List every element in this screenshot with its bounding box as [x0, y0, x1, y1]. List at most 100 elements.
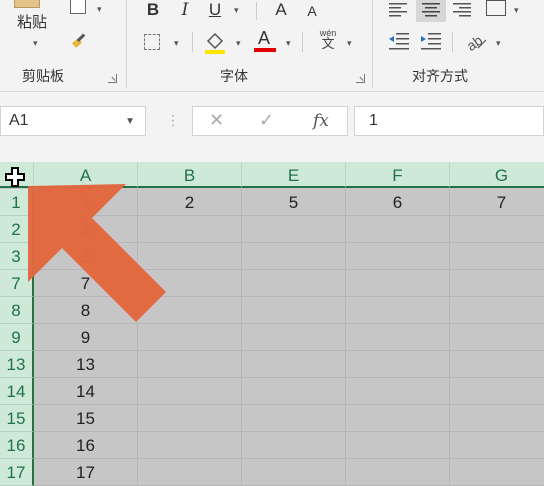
align-center-button[interactable]: [416, 0, 446, 22]
grow-font-button[interactable]: A: [270, 0, 292, 20]
orientation-dropdown-icon[interactable]: ▾: [496, 38, 501, 49]
cell-e1[interactable]: 5: [242, 189, 346, 216]
copy-dropdown-icon[interactable]: ▾: [97, 4, 102, 15]
borders-dropdown-icon[interactable]: ▾: [174, 38, 179, 49]
cell-g2[interactable]: [450, 216, 544, 243]
cell-f8[interactable]: [346, 297, 450, 324]
column-header-e[interactable]: E: [242, 162, 346, 188]
cancel-icon[interactable]: ✕: [209, 110, 224, 131]
cell-b14[interactable]: [138, 378, 242, 405]
merge-center-icon[interactable]: [486, 0, 506, 16]
cell-e3[interactable]: [242, 243, 346, 270]
increase-indent-icon[interactable]: [420, 32, 442, 50]
row-header-1[interactable]: 1: [0, 189, 34, 216]
cell-g8[interactable]: [450, 297, 544, 324]
cell-e7[interactable]: [242, 270, 346, 297]
format-painter-icon[interactable]: [70, 30, 92, 50]
cell-e14[interactable]: [242, 378, 346, 405]
font-launcher-icon[interactable]: [356, 74, 365, 83]
cell-a13[interactable]: 13: [34, 351, 138, 378]
cell-b15[interactable]: [138, 405, 242, 432]
italic-button[interactable]: I: [174, 0, 196, 20]
cell-a14[interactable]: 14: [34, 378, 138, 405]
cell-g7[interactable]: [450, 270, 544, 297]
cell-g17[interactable]: [450, 459, 544, 486]
cell-f2[interactable]: [346, 216, 450, 243]
bold-button[interactable]: B: [142, 0, 164, 20]
cell-b16[interactable]: [138, 432, 242, 459]
borders-icon[interactable]: [144, 34, 160, 50]
font-color-icon[interactable]: A: [254, 28, 276, 54]
cell-f9[interactable]: [346, 324, 450, 351]
column-header-f[interactable]: F: [346, 162, 450, 188]
cell-g1[interactable]: 7: [450, 189, 544, 216]
row-header-3[interactable]: 3: [0, 243, 34, 270]
cell-a1[interactable]: 1: [34, 189, 138, 216]
row-header-9[interactable]: 9: [0, 324, 34, 351]
fill-color-dropdown-icon[interactable]: ▾: [236, 38, 241, 49]
underline-dropdown-icon[interactable]: ▾: [234, 5, 239, 16]
cell-e8[interactable]: [242, 297, 346, 324]
column-header-b[interactable]: B: [138, 162, 242, 188]
worksheet-grid[interactable]: A B E F G 1 1 2 5 6 7 2 2 3 3 7 7 8 8 9 9 13 13 14 14 15 15 16 16 17 1…: [0, 162, 544, 486]
row-header-13[interactable]: 13: [0, 351, 34, 378]
paste-dropdown-icon[interactable]: ▾: [33, 38, 38, 49]
cell-a2[interactable]: 2: [34, 216, 138, 243]
decrease-indent-icon[interactable]: [388, 32, 410, 50]
merge-dropdown-icon[interactable]: ▾: [514, 5, 519, 16]
formula-bar-grip-icon[interactable]: ⋮: [166, 112, 180, 129]
cell-e2[interactable]: [242, 216, 346, 243]
cell-g13[interactable]: [450, 351, 544, 378]
row-header-15[interactable]: 15: [0, 405, 34, 432]
cell-a17[interactable]: 17: [34, 459, 138, 486]
row-header-7[interactable]: 7: [0, 270, 34, 297]
cell-f17[interactable]: [346, 459, 450, 486]
cell-f3[interactable]: [346, 243, 450, 270]
cell-g16[interactable]: [450, 432, 544, 459]
cell-b9[interactable]: [138, 324, 242, 351]
shrink-font-button[interactable]: A: [302, 2, 322, 20]
row-header-17[interactable]: 17: [0, 459, 34, 486]
cell-e17[interactable]: [242, 459, 346, 486]
cell-e9[interactable]: [242, 324, 346, 351]
name-box-dropdown-icon[interactable]: ▼: [125, 116, 135, 127]
row-header-2[interactable]: 2: [0, 216, 34, 243]
enter-icon[interactable]: ✓: [259, 110, 274, 131]
insert-function-icon[interactable]: fx: [313, 111, 329, 131]
cell-b2[interactable]: [138, 216, 242, 243]
font-color-dropdown-icon[interactable]: ▾: [286, 38, 291, 49]
row-header-16[interactable]: 16: [0, 432, 34, 459]
cell-a7[interactable]: 7: [34, 270, 138, 297]
cell-f14[interactable]: [346, 378, 450, 405]
cell-e13[interactable]: [242, 351, 346, 378]
cell-b13[interactable]: [138, 351, 242, 378]
cell-g9[interactable]: [450, 324, 544, 351]
column-header-g[interactable]: G: [450, 162, 544, 188]
row-header-8[interactable]: 8: [0, 297, 34, 324]
cell-b17[interactable]: [138, 459, 242, 486]
cell-g14[interactable]: [450, 378, 544, 405]
cell-e15[interactable]: [242, 405, 346, 432]
cell-a9[interactable]: 9: [34, 324, 138, 351]
cell-a8[interactable]: 8: [34, 297, 138, 324]
align-left-icon[interactable]: [388, 2, 408, 18]
cell-b8[interactable]: [138, 297, 242, 324]
column-header-a[interactable]: A: [34, 162, 138, 188]
cell-f15[interactable]: [346, 405, 450, 432]
paste-icon[interactable]: [14, 0, 40, 8]
cell-a3[interactable]: 3: [34, 243, 138, 270]
cell-g3[interactable]: [450, 243, 544, 270]
cell-f7[interactable]: [346, 270, 450, 297]
cell-f13[interactable]: [346, 351, 450, 378]
cell-a15[interactable]: 15: [34, 405, 138, 432]
align-right-icon[interactable]: [452, 2, 472, 18]
phonetic-dropdown-icon[interactable]: ▾: [347, 38, 352, 49]
orientation-icon[interactable]: ab: [464, 30, 488, 52]
copy-icon[interactable]: [70, 0, 86, 14]
cell-e16[interactable]: [242, 432, 346, 459]
cell-f16[interactable]: [346, 432, 450, 459]
row-header-14[interactable]: 14: [0, 378, 34, 405]
cell-a16[interactable]: 16: [34, 432, 138, 459]
name-box[interactable]: A1 ▼: [0, 106, 146, 136]
clipboard-launcher-icon[interactable]: [108, 74, 117, 83]
